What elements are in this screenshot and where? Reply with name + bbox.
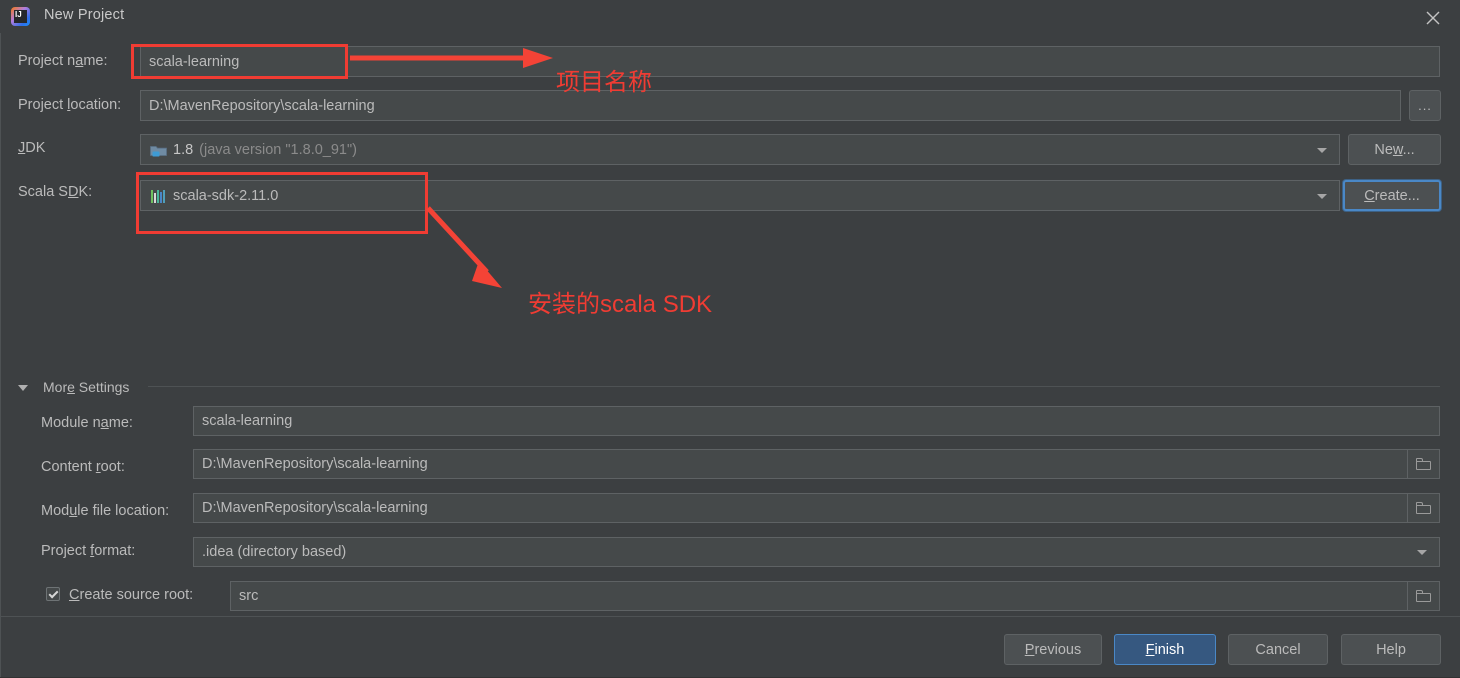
scala-sdk-combobox[interactable]: scala-sdk-2.11.0	[140, 180, 1340, 211]
jdk-new-button-label: New...	[1374, 141, 1415, 158]
project-format-label: Project format:	[41, 543, 136, 559]
previous-button-label: Previous	[1024, 641, 1082, 658]
title-bar: IJ New Project	[0, 0, 1460, 33]
finish-button-label: Finish	[1145, 641, 1185, 658]
more-settings-label: More Settings	[43, 379, 130, 395]
scala-sdk-value: scala-sdk-2.11.0	[173, 187, 279, 204]
project-format-value: .idea (directory based)	[202, 544, 347, 560]
project-name-input[interactable]: scala-learning	[140, 46, 1440, 77]
scala-sdk-create-button-label: Create...	[1364, 187, 1420, 204]
window-border-left	[0, 0, 1, 678]
chevron-down-icon	[1317, 194, 1327, 199]
scala-library-icon	[151, 189, 165, 203]
jdk-label: JDK	[18, 140, 46, 156]
module-name-label: Module name:	[41, 415, 133, 431]
create-source-root-checkbox[interactable]	[46, 587, 60, 601]
module-file-location-label: Module file location:	[41, 503, 170, 519]
jdk-combobox[interactable]: 1.8 (java version "1.8.0_91")	[140, 134, 1340, 165]
close-icon[interactable]	[1418, 5, 1448, 29]
finish-button[interactable]: Finish	[1114, 634, 1216, 665]
jdk-folder-icon	[150, 144, 167, 157]
scala-sdk-label: Scala SDK:	[18, 184, 93, 200]
footer-divider	[0, 616, 1460, 617]
create-source-root-browse-button[interactable]	[1408, 581, 1440, 611]
jdk-version: 1.8	[173, 141, 194, 158]
annotation-text-project-name: 项目名称	[556, 69, 652, 96]
module-name-input[interactable]: scala-learning	[193, 406, 1440, 436]
project-location-browse-button[interactable]: ...	[1409, 90, 1441, 121]
chevron-down-icon	[1317, 148, 1327, 153]
module-file-location-input[interactable]: D:\MavenRepository\scala-learning	[193, 493, 1408, 523]
jdk-version-detail: (java version "1.8.0_91")	[199, 141, 357, 158]
more-settings-divider	[148, 386, 1440, 387]
content-root-input[interactable]: D:\MavenRepository\scala-learning	[193, 449, 1408, 479]
annotation-text-scala-sdk: 安装的scala SDK	[528, 291, 713, 318]
project-location-label: Project location:	[18, 97, 122, 113]
jdk-new-button[interactable]: New...	[1348, 134, 1441, 165]
intellij-idea-icon: IJ	[11, 7, 30, 26]
cancel-button[interactable]: Cancel	[1228, 634, 1328, 665]
help-button[interactable]: Help	[1341, 634, 1441, 665]
create-source-root-input[interactable]: src	[230, 581, 1408, 611]
folder-icon	[1416, 590, 1431, 602]
chevron-down-icon	[18, 385, 28, 391]
content-root-label: Content root:	[41, 459, 125, 475]
create-source-root-label: Create source root:	[69, 587, 194, 603]
project-location-input[interactable]: D:\MavenRepository\scala-learning	[140, 90, 1401, 121]
chevron-down-icon	[1417, 550, 1427, 555]
project-format-combobox[interactable]: .idea (directory based)	[193, 537, 1440, 567]
module-file-location-browse-button[interactable]	[1408, 493, 1440, 523]
window-title: New Project	[44, 7, 125, 23]
folder-icon	[1416, 458, 1431, 470]
folder-icon	[1416, 502, 1431, 514]
content-root-browse-button[interactable]	[1408, 449, 1440, 479]
new-project-dialog: IJ New Project Project name: scala-learn…	[0, 0, 1460, 678]
project-name-label: Project name:	[18, 53, 108, 69]
scala-sdk-create-button[interactable]: Create...	[1343, 180, 1441, 211]
previous-button[interactable]: Previous	[1004, 634, 1102, 665]
